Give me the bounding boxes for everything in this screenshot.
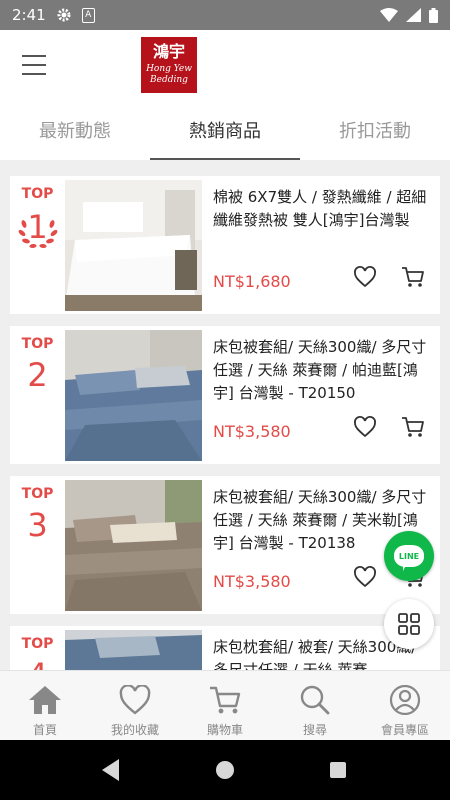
product-name[interactable]: 床包被套組/ 天絲300織/ 多尺寸任選 / 天絲 萊賽爾 / 帕迪藍[鴻宇] … — [213, 336, 433, 405]
battery-icon — [429, 7, 438, 23]
tab-hot-products[interactable]: 熱銷商品 — [150, 100, 300, 160]
favorite-heart-icon[interactable] — [353, 565, 377, 589]
nav-search[interactable]: 搜尋 — [270, 671, 360, 740]
rank-badge: TOP 2 — [10, 326, 65, 464]
nav-member[interactable]: 會員專區 — [360, 671, 450, 740]
product-name[interactable]: 棉被 6X7雙人 / 發熱纖維 / 超細纖維發熱被 雙人[鴻宇]台灣製 — [213, 186, 433, 255]
signal-icon — [406, 8, 421, 22]
product-image[interactable] — [65, 630, 202, 670]
product-card[interactable]: TOP 2 床包被套組/ 天絲300織/ 多尺寸任選 / 天絲 萊賽爾 / 帕迪… — [10, 326, 440, 464]
rank-number: 1 — [27, 208, 48, 246]
rank-number: 2 — [27, 356, 48, 394]
nav-label: 我的收藏 — [110, 723, 159, 737]
tab-discount-events[interactable]: 折扣活動 — [300, 100, 450, 160]
logo-mark: 鴻宇 — [152, 42, 185, 61]
bottom-navigation: 首頁 我的收藏 購物車 搜尋 會員專區 — [0, 670, 450, 740]
rank-label: TOP — [21, 186, 54, 202]
nav-label: 搜尋 — [302, 723, 327, 737]
cart-icon — [210, 686, 241, 714]
nav-label: 購物車 — [206, 723, 243, 737]
search-icon — [300, 685, 330, 715]
product-card[interactable]: TOP 3 床包被套組/ 天絲300織/ 多尺寸任選 / 天絲 萊賽爾 / 芙米… — [10, 476, 440, 614]
settings-gear-icon — [56, 7, 72, 23]
favorite-heart-icon[interactable] — [353, 265, 377, 289]
brand-logo[interactable]: 鴻宇 Hong Yew Bedding — [141, 37, 197, 93]
tab-latest-news[interactable]: 最新動態 — [0, 100, 150, 160]
line-icon: LINE — [394, 545, 424, 571]
back-icon[interactable] — [102, 759, 119, 781]
status-time: 2:41 — [12, 6, 46, 24]
product-image[interactable] — [65, 480, 202, 611]
product-card[interactable]: TOP 1 棉被 6X7雙人 / 發熱纖維 / 超細纖維發熱被 雙人[鴻宇]台灣… — [10, 176, 440, 314]
product-image[interactable] — [65, 180, 202, 311]
sim-icon: A — [81, 7, 95, 23]
laurel-rank: 1 — [16, 206, 60, 256]
product-list: TOP 1 棉被 6X7雙人 / 發熱纖維 / 超細纖維發熱被 雙人[鴻宇]台灣… — [0, 160, 450, 670]
favorite-heart-icon[interactable] — [353, 415, 377, 439]
rank-badge: TOP 3 — [10, 476, 65, 614]
product-card[interactable]: TOP 4 床包枕套組/ 被套/ 天絲300織/ 多尺寸任選 / 天絲 萊賽 — [10, 626, 440, 670]
nav-home[interactable]: 首頁 — [0, 671, 90, 740]
rank-label: TOP — [21, 486, 54, 502]
rank-badge: TOP 1 — [10, 176, 65, 314]
status-bar: 2:41 A — [0, 0, 450, 30]
rank-label: TOP — [21, 336, 54, 352]
hamburger-menu-icon[interactable] — [22, 55, 46, 75]
wifi-icon — [380, 8, 398, 22]
user-icon — [389, 685, 421, 715]
rank-label: TOP — [21, 636, 54, 652]
nav-favorites[interactable]: 我的收藏 — [90, 671, 180, 740]
product-price: NT$3,580 — [213, 572, 291, 591]
nav-label: 首頁 — [32, 723, 57, 737]
rank-number: 4 — [10, 656, 65, 670]
nav-cart[interactable]: 購物車 — [180, 671, 270, 740]
add-to-cart-icon[interactable] — [401, 415, 425, 439]
add-to-cart-icon[interactable] — [401, 265, 425, 289]
app-header: 鴻宇 Hong Yew Bedding — [0, 30, 450, 100]
category-tabs: 最新動態 熱銷商品 折扣活動 — [0, 100, 450, 160]
heart-icon — [119, 685, 151, 715]
home-circle-icon[interactable] — [216, 761, 234, 779]
rank-number: 3 — [27, 506, 48, 544]
line-chat-button[interactable]: LINE — [384, 531, 434, 581]
grid-menu-icon[interactable] — [384, 599, 434, 649]
recent-apps-icon[interactable] — [330, 762, 346, 778]
home-icon — [29, 686, 61, 714]
product-price: NT$1,680 — [213, 272, 291, 291]
system-navigation-bar — [0, 740, 450, 800]
product-image[interactable] — [65, 330, 202, 461]
logo-line1: Hong Yew — [146, 64, 192, 74]
rank-badge: TOP 4 — [10, 626, 65, 670]
nav-label: 會員專區 — [380, 723, 429, 737]
logo-line2: Bedding — [150, 75, 188, 85]
product-price: NT$3,580 — [213, 422, 291, 441]
